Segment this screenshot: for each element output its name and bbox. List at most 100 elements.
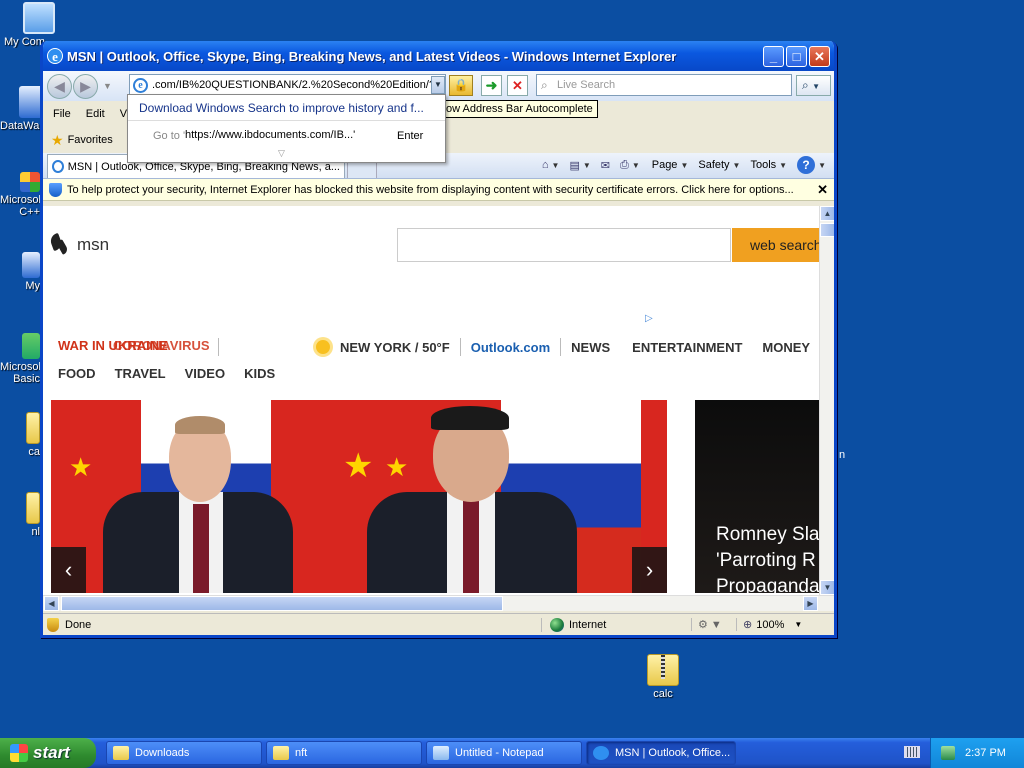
chevron-down-icon[interactable]: ▼ (552, 161, 560, 170)
chevron-down-icon[interactable]: ▼ (733, 161, 741, 170)
vertical-scrollbar[interactable]: ▲ ▼ (819, 206, 834, 595)
start-button[interactable]: start (0, 738, 96, 768)
person-right-tie (463, 500, 479, 593)
hero-carousel-image[interactable]: ★ ★ ★ ‹ › (51, 400, 667, 593)
nav-travel[interactable]: TRAVEL (115, 366, 166, 381)
page-menu[interactable]: Page (652, 159, 678, 171)
favorites-star-icon: ★ (51, 131, 64, 148)
status-done: Done (47, 617, 541, 632)
nav-food[interactable]: FOOD (58, 366, 96, 381)
internet-explorer-icon (593, 746, 609, 760)
window-title: MSN | Outlook, Office, Skype, Bing, Brea… (67, 48, 677, 64)
title-bar[interactable]: e MSN | Outlook, Office, Skype, Bing, Br… (43, 41, 834, 71)
start-label: start (33, 743, 70, 762)
taskbar-item-msn[interactable]: MSN | Outlook, Office... (586, 741, 736, 765)
recent-pages-dropdown[interactable]: ▼ (103, 81, 112, 91)
network-icon[interactable] (941, 746, 955, 760)
chevron-down-icon[interactable]: ▼ (779, 161, 787, 170)
horizontal-scrollbar[interactable]: ◀ ▶ (43, 595, 834, 611)
feeds-icon[interactable]: ▤ (569, 159, 579, 172)
zoom-control[interactable]: ⊕ 100% ▼ (736, 618, 802, 631)
security-lock-icon[interactable]: 🔒 (449, 75, 473, 96)
infobar-close-button[interactable]: ✕ (817, 182, 828, 198)
goto-label: Go to ' (153, 130, 186, 142)
menu-file[interactable]: File (53, 108, 71, 120)
protected-mode-icon[interactable]: ⚙ ▼ (691, 618, 736, 631)
scroll-right-button[interactable]: ▶ (803, 596, 818, 611)
taskbar-item-nft[interactable]: nft (266, 741, 422, 765)
nav-money[interactable]: MONEY (762, 340, 810, 355)
tools-menu[interactable]: Tools (750, 159, 776, 171)
nav-video[interactable]: VIDEO (185, 366, 225, 381)
scroll-up-button[interactable]: ▲ (820, 206, 834, 221)
chevron-down-icon[interactable]: ▼ (583, 161, 591, 170)
live-search-input[interactable]: ⌕ Live Search (536, 74, 792, 96)
nav-entertainment[interactable]: ENTERTAINMENT (632, 340, 742, 355)
web-search-button[interactable]: web search (732, 228, 819, 262)
scroll-down-button[interactable]: ▼ (820, 580, 834, 595)
dropdown-divider (128, 120, 445, 121)
address-autocomplete-dropdown: Download Windows Search to improve histo… (127, 94, 446, 163)
side-story-card[interactable]: Romney Sla 'Parroting R Propaganda (695, 400, 819, 593)
expand-chevron-icon[interactable]: ▽ (278, 148, 285, 159)
mail-icon[interactable]: ✉ (601, 159, 610, 172)
desktop-icon-microsoft-basic[interactable]: Microsol Basic (0, 333, 40, 385)
desktop-icon-calc[interactable]: calc (628, 654, 698, 700)
favorites-button[interactable]: Favorites (68, 134, 113, 146)
close-button[interactable]: ✕ (809, 45, 830, 67)
keyboard-icon[interactable] (904, 746, 920, 758)
address-input[interactable]: .com/IB%20QUESTIONBANK/2.%20Second%20Edi… (152, 79, 431, 91)
folder-icon (26, 492, 40, 524)
nav-divider (560, 338, 562, 356)
folder-icon (273, 746, 289, 760)
scroll-left-button[interactable]: ◀ (44, 596, 59, 611)
horizontal-scroll-thumb[interactable] (61, 596, 503, 611)
desktop-icon-nl[interactable]: nl (0, 492, 40, 538)
clock[interactable]: 2:37 PM (965, 747, 1006, 759)
back-button[interactable]: ◀ (47, 73, 72, 99)
nav-outlook[interactable]: Outlook.com (471, 340, 550, 355)
shield-icon (49, 182, 62, 197)
goto-url[interactable]: https://www.ibdocuments.com/IB...' (185, 129, 356, 141)
help-icon[interactable]: ? (797, 156, 816, 174)
minimize-button[interactable]: _ (763, 45, 784, 67)
home-icon[interactable]: ⌂ (542, 159, 549, 171)
address-dropdown-button[interactable]: ▼ (431, 76, 445, 94)
taskbar-item-notepad[interactable]: Untitled - Notepad (426, 741, 582, 765)
chevron-down-icon[interactable]: ▼ (818, 161, 826, 170)
msn-search-input[interactable] (397, 228, 731, 262)
menu-edit[interactable]: Edit (86, 108, 105, 120)
windows-search-suggestion[interactable]: Download Windows Search to improve histo… (139, 101, 439, 115)
folder-icon (26, 412, 40, 444)
taskbar-item-downloads[interactable]: Downloads (106, 741, 262, 765)
chevron-down-icon[interactable]: ▼ (632, 161, 640, 170)
status-zone[interactable]: Internet (541, 617, 691, 632)
chevron-down-icon[interactable]: ▼ (680, 161, 688, 170)
vertical-scroll-thumb[interactable] (820, 223, 834, 237)
taskbar: start Downloads nft Untitled - Notepad M… (0, 738, 1024, 768)
desktop-icon-my[interactable]: My (0, 252, 40, 292)
msn-logo[interactable]: msn (51, 234, 109, 256)
star-icon: ★ (385, 452, 409, 482)
safety-menu[interactable]: Safety (698, 159, 729, 171)
weather-widget[interactable]: NEW YORK / 50°F (316, 340, 450, 355)
information-bar[interactable]: To help protect your security, Internet … (43, 179, 834, 201)
nav-news[interactable]: NEWS (571, 340, 610, 355)
desktop-icon-microsoft-cpp[interactable]: Microsol C++ (0, 172, 40, 218)
carousel-next-button[interactable]: › (632, 547, 667, 593)
taskbar-item-label: Untitled - Notepad (455, 747, 544, 759)
command-bar: ⌂ ▼ ▤ ▼ ✉ ⎙ ▼ Page ▼ Safety ▼ Tools ▼ ? ▼ (532, 156, 826, 174)
search-button[interactable]: ⌕ ▼ (796, 75, 831, 96)
nav-kids[interactable]: KIDS (244, 366, 275, 381)
forward-button[interactable]: ▶ (73, 73, 98, 99)
maximize-button[interactable]: □ (786, 45, 807, 67)
desktop-icon-ca[interactable]: ca (0, 412, 40, 458)
carousel-prev-button[interactable]: ‹ (51, 547, 86, 593)
go-button[interactable]: ➜ (481, 75, 502, 96)
nav-war-in-ukraine[interactable]: WAR IN UKRAINE CORONAVIRUS (58, 338, 210, 356)
msn-logo-text: msn (77, 235, 110, 254)
print-icon[interactable]: ⎙ (620, 159, 629, 172)
ad-choices-icon[interactable]: ▷ (645, 313, 653, 324)
stop-button[interactable]: ✕ (507, 75, 528, 96)
address-bar[interactable]: e .com/IB%20QUESTIONBANK/2.%20Second%20E… (129, 74, 446, 96)
